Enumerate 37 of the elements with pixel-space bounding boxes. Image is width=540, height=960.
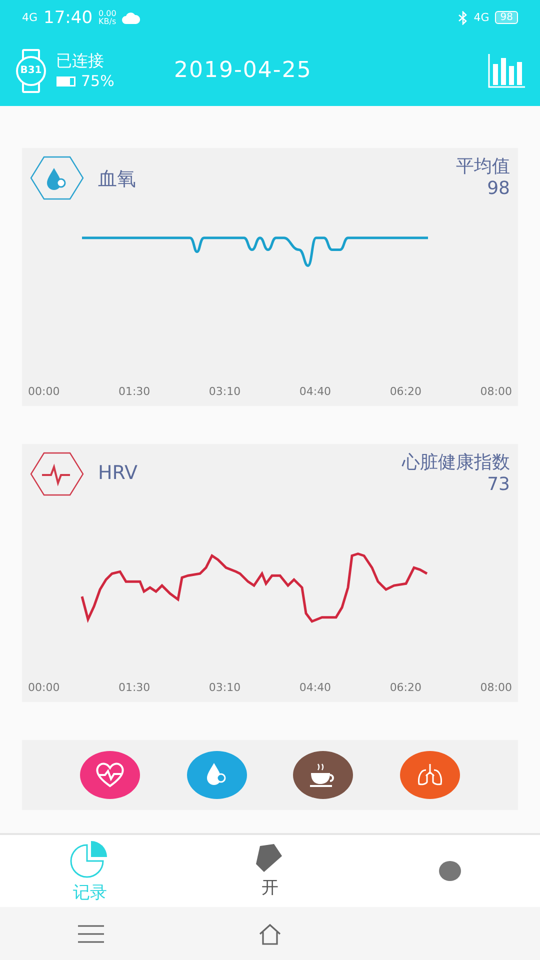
battery-percent: 75% [81, 72, 114, 90]
battery-icon [58, 78, 74, 84]
bluetooth-icon [458, 10, 468, 24]
battery-indicator: 98 [495, 11, 518, 24]
stat-label: 平均值 [456, 156, 510, 178]
nav-tab[interactable]: 记录 [35, 835, 145, 907]
lungs-icon [416, 762, 444, 788]
axis-label: 04:40 [299, 385, 332, 398]
axis-label: 06:20 [390, 385, 422, 398]
axis-label: 08:00 [480, 385, 512, 398]
connection-status: 已连接 [56, 51, 105, 72]
home-icon[interactable] [258, 922, 282, 944]
axis-label: 00:00 [28, 385, 60, 398]
nav-tab[interactable]: 开 [215, 835, 325, 907]
network-type: 4G [474, 11, 490, 24]
oxygen-drop-icon [30, 156, 84, 200]
chart-title: HRV [98, 462, 138, 484]
network-type: 4G [22, 11, 38, 24]
network-speed: 0.00 KB/s [98, 10, 116, 26]
stat-value: 73 [487, 474, 510, 496]
axis-label: 06:20 [390, 681, 422, 694]
heart-pulse-icon [95, 762, 126, 788]
axis-label: 08:00 [480, 681, 512, 694]
axis-label: 04:40 [299, 681, 332, 694]
heartbeat-icon [30, 452, 84, 496]
stat-value: 98 [487, 178, 510, 200]
axis-label: 00:00 [28, 681, 60, 694]
cloud-icon [122, 12, 140, 24]
date-label[interactable]: 2019-04-25 [174, 58, 312, 83]
axis-label: 03:10 [208, 385, 241, 398]
axis-label: 01:30 [118, 385, 150, 398]
axis-label: 03:10 [208, 681, 241, 694]
axis-label: 01:30 [118, 681, 150, 694]
menu-icon[interactable] [76, 924, 105, 942]
stat-label: 心脏健康指数 [402, 452, 510, 474]
clock-time: 17:40 [44, 8, 93, 28]
chart-title: 血氧 [98, 167, 136, 192]
